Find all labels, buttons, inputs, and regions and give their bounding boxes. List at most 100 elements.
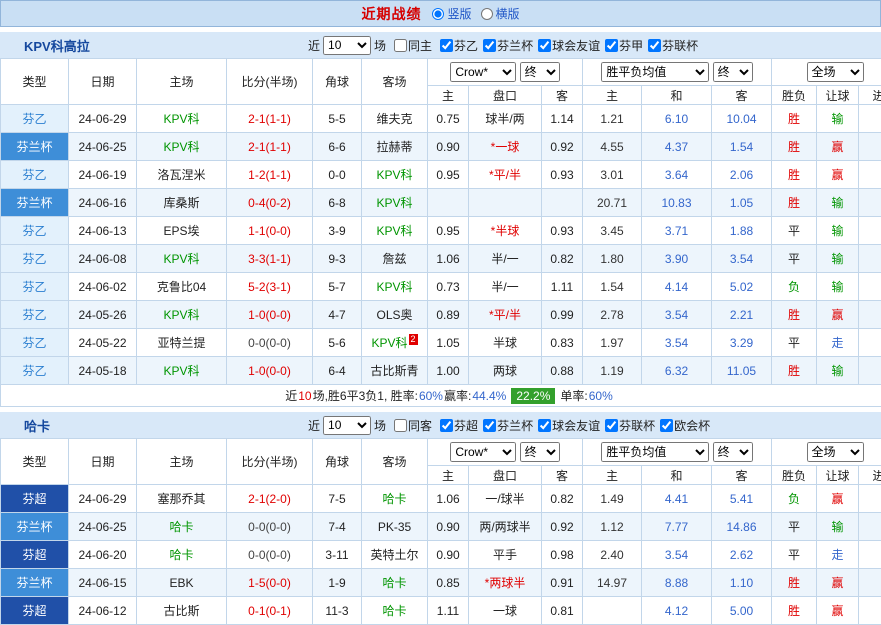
page-title: 近期战绩 [361,4,421,24]
away-team-cell: PK-35 [362,513,428,541]
scope-select[interactable]: 全场 [807,62,864,82]
team-section: KPV科高拉 近 10 场 同主 芬乙芬兰杯球会友谊芬甲芬联杯 [0,32,881,407]
euro-home-odds-cell [583,597,642,625]
league-filter[interactable]: 芬兰杯 [483,417,533,434]
result-cell: 平 [772,513,817,541]
league-filter[interactable]: 欧会杯 [660,417,710,434]
view-radio[interactable] [481,8,493,20]
company-final-select[interactable]: 终 [520,442,560,462]
summary-segment: 场,胜6平3负1, 胜率: [313,387,418,404]
league-filter-checkbox[interactable] [605,419,618,432]
col-header-ah-line: 盘口 [469,86,542,105]
venue-checkbox[interactable] [394,39,407,52]
corner-cell: 3-11 [313,541,362,569]
league-filter[interactable]: 芬联杯 [605,417,655,434]
league-filter-checkbox[interactable] [440,39,453,52]
summary-segment: 60% [589,389,613,403]
ah-home-odds-cell: 1.11 [428,597,469,625]
col-header-result: 胜负 [772,86,817,105]
scope-select[interactable]: 全场 [807,442,864,462]
company-final-select[interactable]: 终 [520,62,560,82]
euro-home-odds-cell: 14.97 [583,569,642,597]
date-cell: 24-06-02 [69,273,137,301]
league-cell: 芬超 [1,485,69,513]
league-filter[interactable]: 芬乙 [440,37,478,54]
venue-filter[interactable]: 同客 [394,417,432,434]
league-filter-checkbox[interactable] [538,419,551,432]
match-count-select[interactable]: 10 [323,416,371,435]
home-team-cell: KPV科 [137,301,227,329]
result-cell: 胜 [772,597,817,625]
home-team-cell: 库桑斯 [137,189,227,217]
match-count-select[interactable]: 10 [323,36,371,55]
company-select[interactable]: Crow* [450,62,516,82]
view-radio[interactable] [432,8,444,20]
handicap-result-cell: 输 [817,245,859,273]
handicap-result-cell: 走 [817,541,859,569]
euro-away-odds-cell: 1.05 [712,189,772,217]
league-filter[interactable]: 芬联杯 [648,37,698,54]
venue-filter-label: 同主 [408,37,432,54]
home-team-cell: 塞那乔其 [137,485,227,513]
ah-line-cell: 球半/两 [469,105,542,133]
league-filter-checkbox[interactable] [483,419,496,432]
league-filter-checkbox[interactable] [648,39,661,52]
score-cell: 1-0(0-0) [227,357,313,385]
col-header-home: 主场 [137,59,227,105]
league-filter-checkbox[interactable] [483,39,496,52]
league-filter[interactable]: 芬甲 [605,37,643,54]
euro-draw-odds-cell: 6.10 [642,105,712,133]
corner-cell: 5-6 [313,329,362,357]
ah-home-odds-cell: 1.06 [428,485,469,513]
euro-draw-odds-cell: 4.12 [642,597,712,625]
corner-cell: 4-7 [313,301,362,329]
odds-type-select[interactable]: 胜平负均值 [601,62,709,82]
match-row: 芬乙24-05-22亚特兰提0-0(0-0)5-6KPV科21.05半球0.83… [1,329,881,357]
view-options: 竖版横版 [423,5,519,22]
odds-final-select[interactable]: 终 [713,442,753,462]
section-header: 哈卡 近 10 场 同客 芬超芬兰杯球会友谊芬联杯欧会杯 [0,412,881,438]
home-team-cell: KPV科 [137,133,227,161]
home-team-cell: 洛瓦涅米 [137,161,227,189]
league-filter-checkbox[interactable] [605,39,618,52]
league-filter[interactable]: 球会友谊 [538,37,600,54]
filters: 近 10 场 同客 芬超芬兰杯球会友谊芬联杯欧会杯 [308,416,710,435]
ah-away-odds-cell: 1.14 [542,105,583,133]
euro-draw-odds-cell: 4.14 [642,273,712,301]
view-option[interactable]: 横版 [481,5,520,22]
league-filter-label: 芬兰杯 [497,37,533,54]
ah-line-cell: 一/球半 [469,485,542,513]
company-select[interactable]: Crow* [450,442,516,462]
col-header-odds-home: 主 [583,466,642,485]
away-team-cell: 哈卡 [362,597,428,625]
ah-home-odds-cell: 0.73 [428,273,469,301]
league-filter-checkbox[interactable] [538,39,551,52]
scope-select-cell: 全场 [772,59,881,86]
odds-final-select[interactable]: 终 [713,62,753,82]
score-cell: 2-1(1-1) [227,105,313,133]
odds-type-select[interactable]: 胜平负均值 [601,442,709,462]
ah-home-odds-cell: 0.85 [428,569,469,597]
league-filter[interactable]: 芬兰杯 [483,37,533,54]
away-team-cell: KPV科 [362,217,428,245]
league-filter[interactable]: 芬超 [440,417,478,434]
venue-checkbox[interactable] [394,419,407,432]
euro-odds-select-cell: 胜平负均值 终 [583,439,772,466]
score-cell: 0-0(0-0) [227,513,313,541]
score-cell: 2-1(2-0) [227,485,313,513]
result-cell: 平 [772,541,817,569]
score-cell: 0-4(0-2) [227,189,313,217]
view-option[interactable]: 竖版 [432,5,471,22]
away-team-cell: 拉赫蒂 [362,133,428,161]
league-filter[interactable]: 球会友谊 [538,417,600,434]
league-filter-checkbox[interactable] [660,419,673,432]
match-row: 芬乙24-06-13EPS埃1-1(0-0)3-9KPV科0.95*半球0.93… [1,217,881,245]
euro-home-odds-cell: 1.12 [583,513,642,541]
euro-home-odds-cell: 1.80 [583,245,642,273]
col-header-ah-away: 客 [542,86,583,105]
result-cell: 平 [772,245,817,273]
venue-filter[interactable]: 同主 [394,37,432,54]
league-cell: 芬兰杯 [1,189,69,217]
ah-line-cell: *半球 [469,217,542,245]
league-filter-checkbox[interactable] [440,419,453,432]
